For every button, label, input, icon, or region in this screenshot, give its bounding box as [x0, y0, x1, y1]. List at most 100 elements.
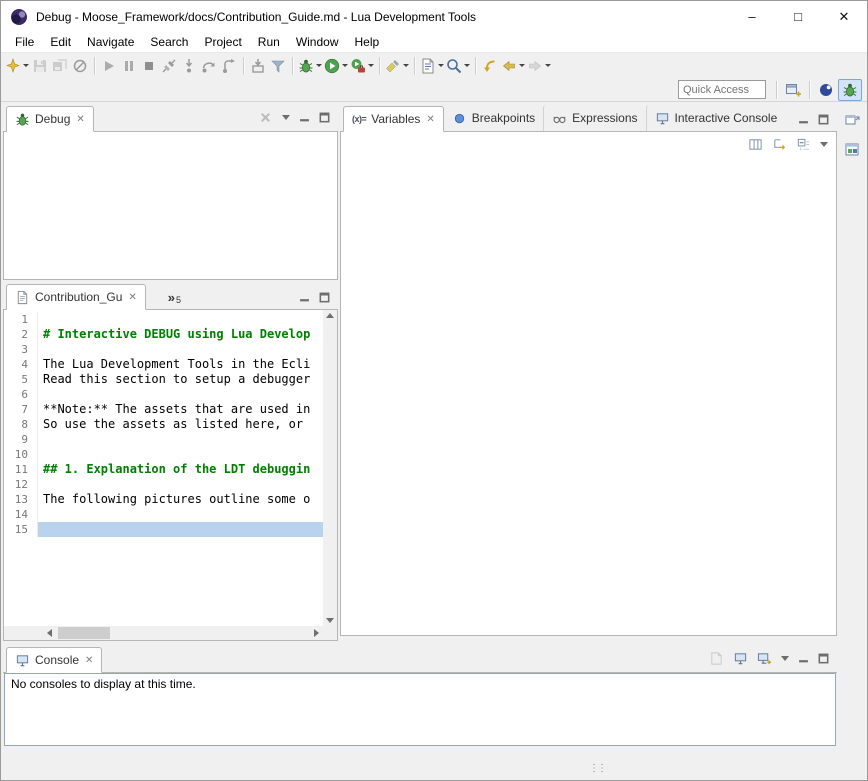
resume-button[interactable]	[99, 55, 119, 77]
open-perspective-button[interactable]	[781, 79, 805, 101]
line-text[interactable]: The following pictures outline some o	[38, 492, 323, 507]
save-all-button[interactable]	[50, 55, 70, 77]
line-text[interactable]: Read this section to setup a debugger	[38, 372, 323, 387]
collapse-all-icon[interactable]	[796, 137, 811, 152]
menu-item[interactable]: Window	[288, 33, 347, 51]
last-edit-location-button[interactable]	[480, 55, 500, 77]
view-menu-icon[interactable]	[820, 142, 828, 147]
menu-item[interactable]: Navigate	[79, 33, 142, 51]
editor-line[interactable]: 14	[4, 507, 323, 522]
view-menu-icon[interactable]	[282, 115, 290, 120]
minimize-view-icon[interactable]	[299, 292, 310, 303]
back-history-button[interactable]	[500, 55, 526, 77]
close-tab-icon[interactable]: ✕	[85, 655, 93, 666]
maximize-view-icon[interactable]	[818, 653, 829, 664]
menu-item[interactable]: Edit	[42, 33, 79, 51]
console-output-area[interactable]: No consoles to display at this time.	[4, 673, 836, 746]
open-element-button[interactable]	[445, 55, 471, 77]
line-text[interactable]	[38, 432, 323, 447]
step-over-button[interactable]	[199, 55, 219, 77]
line-number[interactable]: 5	[4, 372, 38, 387]
line-number[interactable]: 15	[4, 522, 38, 537]
editor-line[interactable]: 7 **Note:** The assets that are used in	[4, 402, 323, 417]
tab-editor-contribution-guide[interactable]: Contribution_Gu ✕	[6, 284, 146, 310]
editor-line[interactable]: 9	[4, 432, 323, 447]
trim-drag-handle[interactable]: ⋮⋮	[589, 763, 605, 774]
debug-tree-area[interactable]	[3, 132, 338, 280]
line-text[interactable]	[38, 387, 323, 402]
editor-line[interactable]: 15	[4, 522, 323, 537]
line-text[interactable]: So use the assets as listed here, or	[38, 417, 323, 432]
line-number[interactable]: 9	[4, 432, 38, 447]
tab-interactive-console[interactable]: Interactive Console	[646, 105, 786, 131]
editor-line[interactable]: 8 So use the assets as listed here, or	[4, 417, 323, 432]
editor-line[interactable]: 2 # Interactive DEBUG using Lua Develop	[4, 327, 323, 342]
debug-perspective-button[interactable]	[838, 79, 862, 101]
close-window-button[interactable]: ✕	[821, 1, 867, 32]
tab-variables[interactable]: (x)= Variables ✕	[343, 106, 444, 132]
line-number[interactable]: 8	[4, 417, 38, 432]
line-number[interactable]: 14	[4, 507, 38, 522]
line-text[interactable]	[38, 447, 323, 462]
line-text[interactable]: **Note:** The assets that are used in	[38, 402, 323, 417]
open-console-icon[interactable]	[757, 651, 772, 666]
terminate-button[interactable]	[139, 55, 159, 77]
save-button[interactable]	[30, 55, 50, 77]
minimize-view-icon[interactable]	[798, 114, 809, 125]
editor-line[interactable]: 3	[4, 342, 323, 357]
vertical-scrollbar[interactable]	[323, 310, 337, 626]
line-text[interactable]	[38, 312, 323, 327]
variables-tree-area[interactable]	[341, 158, 836, 635]
editor-text-area[interactable]: 1 2 # Interactive DEBUG using Lua Develo…	[4, 310, 323, 626]
horizontal-scroll-thumb[interactable]	[58, 627, 110, 639]
line-text[interactable]	[38, 522, 323, 537]
scroll-left-button[interactable]	[42, 626, 56, 640]
horizontal-scroll-track[interactable]	[56, 626, 309, 640]
line-number[interactable]: 4	[4, 357, 38, 372]
open-console-dropdown-icon[interactable]	[781, 656, 789, 661]
tab-expressions[interactable]: Expressions	[543, 105, 645, 131]
editor-line[interactable]: 5 Read this section to setup a debugger	[4, 372, 323, 387]
remove-terminated-icon[interactable]	[258, 110, 273, 125]
line-number[interactable]: 11	[4, 462, 38, 477]
line-number[interactable]: 3	[4, 342, 38, 357]
line-number[interactable]: 10	[4, 447, 38, 462]
pin-console-icon[interactable]	[709, 651, 724, 666]
minimize-view-icon[interactable]	[798, 653, 809, 664]
new-file-button[interactable]	[419, 55, 445, 77]
tab-console[interactable]: Console ✕	[6, 647, 102, 673]
close-tab-icon[interactable]: ✕	[426, 114, 434, 125]
menu-item[interactable]: File	[7, 33, 42, 51]
maximize-view-icon[interactable]	[818, 114, 829, 125]
debug-button[interactable]	[297, 55, 323, 77]
disconnect-button[interactable]	[159, 55, 179, 77]
editor-line[interactable]: 12	[4, 477, 323, 492]
editor-line[interactable]: 10	[4, 447, 323, 462]
line-text[interactable]	[38, 477, 323, 492]
editor-line[interactable]: 6	[4, 387, 323, 402]
line-text[interactable]: ## 1. Explanation of the LDT debuggin	[38, 462, 323, 477]
suspend-button[interactable]	[119, 55, 139, 77]
menu-item[interactable]: Run	[250, 33, 288, 51]
line-text[interactable]: The Lua Development Tools in the Ecli	[38, 357, 323, 372]
restore-view-button[interactable]	[842, 110, 862, 130]
menu-item[interactable]: Search	[142, 33, 196, 51]
editor-line[interactable]: 4 The Lua Development Tools in the Ecli	[4, 357, 323, 372]
editor-line[interactable]: 13 The following pictures outline some o	[4, 492, 323, 507]
editor-line[interactable]: 1	[4, 312, 323, 327]
minimize-view-icon[interactable]	[299, 112, 310, 123]
maximize-window-button[interactable]: □	[775, 1, 821, 32]
lua-perspective-button[interactable]	[814, 79, 838, 101]
line-number[interactable]: 12	[4, 477, 38, 492]
line-number[interactable]: 7	[4, 402, 38, 417]
run-button[interactable]	[323, 55, 349, 77]
drop-to-frame-button[interactable]	[248, 55, 268, 77]
tab-breakpoints[interactable]: Breakpoints	[444, 105, 543, 131]
close-tab-icon[interactable]: ✕	[76, 114, 84, 125]
display-console-icon[interactable]	[733, 651, 748, 666]
hidden-editors-chevron[interactable]: » 5	[168, 289, 181, 305]
forward-history-button[interactable]	[526, 55, 552, 77]
minimize-window-button[interactable]: –	[729, 1, 775, 32]
line-text[interactable]	[38, 507, 323, 522]
step-return-button[interactable]	[219, 55, 239, 77]
